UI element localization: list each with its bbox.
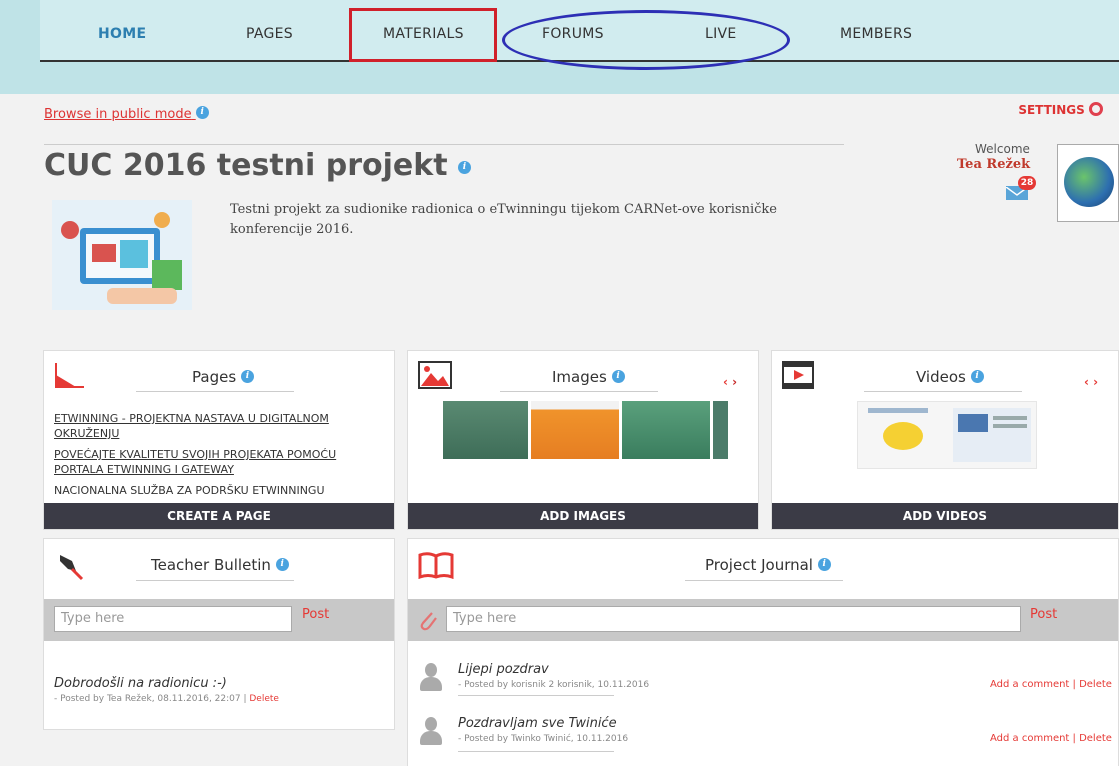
project-description: Testni projekt za sudionike radionica o …: [230, 202, 777, 237]
journal-entry-actions[interactable]: Add a comment | Delete: [990, 679, 1112, 690]
pages-panel: Pages i ETWINNING - PROJEKTNA NASTAVA U …: [43, 350, 395, 530]
bulletin-title: Teacher Bulletin i: [151, 556, 289, 574]
video-icon: [782, 361, 814, 389]
title-underline: [136, 391, 294, 392]
journal-title: Project Journal i: [705, 556, 831, 574]
journal-entry-text: Lijepi pozdrav: [458, 662, 549, 677]
videos-title: Videos i: [916, 368, 984, 386]
project-title-text: CUC 2016 testni projekt: [44, 148, 448, 183]
journal-entry-actions[interactable]: Add a comment | Delete: [990, 733, 1112, 744]
bulletin-entry-text: Dobrodošli na radionicu :-): [54, 676, 227, 691]
chevron-right-icon[interactable]: ›: [732, 375, 737, 389]
images-title-text: Images: [552, 368, 607, 386]
title-divider: [44, 144, 844, 145]
book-icon: [418, 552, 454, 579]
image-thumbnail[interactable]: [713, 401, 728, 459]
journal-entry-meta: - Posted by Twinko Twinić, 10.11.2016: [458, 734, 629, 744]
project-journal-panel: Project Journal i Type here Post Lijepi …: [407, 538, 1119, 766]
globe-icon: [1064, 157, 1114, 207]
user-name-link[interactable]: Tea Režek: [957, 157, 1030, 172]
page-link[interactable]: POVEĆAJTE KVALITETU SVOJIH PROJEKATA POM…: [54, 447, 374, 477]
project-title: CUC 2016 testni projekt i: [44, 148, 472, 183]
videos-panel: Videos i ‹ › ADD VIDEOS: [771, 350, 1119, 530]
add-images-button[interactable]: ADD IMAGES: [408, 503, 758, 529]
pages-title: Pages i: [192, 368, 254, 386]
top-navigation-bar: HOME PAGES MATERIALS FORUMS LIVE MEMBERS: [0, 0, 1119, 94]
title-underline: [136, 580, 294, 581]
info-icon[interactable]: i: [970, 370, 984, 383]
gear-icon[interactable]: [1089, 102, 1103, 116]
nav-members[interactable]: MEMBERS: [840, 26, 912, 42]
paperclip-icon[interactable]: [418, 609, 438, 631]
bulletin-entry-meta: - Posted by Tea Režek, 08.11.2016, 22:07…: [54, 694, 279, 704]
pages-title-text: Pages: [192, 368, 237, 386]
browse-public-link[interactable]: Browse in public mode i: [44, 106, 209, 122]
nav-pages[interactable]: PAGES: [246, 26, 293, 42]
settings-label[interactable]: SETTINGS: [1018, 103, 1085, 117]
info-icon[interactable]: i: [611, 370, 625, 383]
carousel-arrows[interactable]: ‹ ›: [723, 375, 737, 389]
bulletin-title-text: Teacher Bulletin: [151, 556, 271, 574]
title-underline: [500, 391, 658, 392]
create-page-button[interactable]: CREATE A PAGE: [44, 503, 394, 529]
image-thumbnail[interactable]: [531, 401, 619, 459]
videos-title-text: Videos: [916, 368, 966, 386]
image-thumbnail[interactable]: [622, 401, 710, 459]
journal-entry-meta: - Posted by korisnik 2 korisnik, 10.11.2…: [458, 680, 650, 690]
info-icon[interactable]: i: [458, 161, 472, 174]
chevron-left-icon[interactable]: ‹: [1084, 375, 1089, 389]
journal-input-bar: Type here Post: [408, 599, 1118, 641]
journal-post-button[interactable]: Post: [1030, 607, 1057, 622]
browse-public-label[interactable]: Browse in public mode: [44, 107, 192, 122]
annotation-red-rectangle: [349, 8, 497, 62]
info-icon[interactable]: i: [817, 558, 831, 571]
annotation-blue-oval: [502, 10, 790, 70]
bulletin-input[interactable]: Type here: [54, 606, 292, 632]
image-thumbnail[interactable]: [443, 401, 528, 459]
entry-divider: [458, 695, 614, 696]
entry-divider: [458, 751, 614, 752]
info-icon[interactable]: i: [275, 558, 289, 571]
project-image: [52, 200, 192, 310]
image-icon: [418, 361, 452, 389]
video-thumbnail[interactable]: [857, 401, 1037, 469]
images-title: Images i: [552, 368, 625, 386]
teacher-bulletin-panel: Teacher Bulletin i Type here Post Dobrod…: [43, 538, 395, 730]
message-count-badge[interactable]: 28: [1018, 176, 1036, 190]
journal-input[interactable]: Type here: [446, 606, 1021, 632]
add-videos-button[interactable]: ADD VIDEOS: [772, 503, 1118, 529]
journal-title-text: Project Journal: [705, 556, 813, 574]
project-logo: [1057, 144, 1119, 222]
info-icon[interactable]: i: [240, 370, 254, 383]
pin-icon: [60, 555, 84, 581]
title-underline: [685, 580, 843, 581]
nav-home[interactable]: HOME: [98, 26, 146, 42]
journal-entry-text: Pozdravljam sve Twiniće: [458, 716, 617, 731]
settings-button[interactable]: SETTINGS: [1018, 102, 1103, 117]
info-icon[interactable]: i: [195, 106, 209, 119]
image-thumbnails: [443, 401, 728, 459]
bulletin-input-bar: Type here Post: [44, 599, 394, 641]
bulletin-post-button[interactable]: Post: [302, 607, 329, 622]
page-link[interactable]: NACIONALNA SLUŽBA ZA PODRŠKU ETWINNINGU: [54, 483, 374, 494]
title-underline: [864, 391, 1022, 392]
carousel-arrows[interactable]: ‹ ›: [1084, 375, 1098, 389]
avatar: [418, 663, 444, 693]
welcome-label: Welcome: [975, 142, 1030, 156]
chevron-right-icon[interactable]: ›: [1093, 375, 1098, 389]
bulletin-entry-meta-text: - Posted by Tea Režek, 08.11.2016, 22:07…: [54, 694, 247, 704]
page-link[interactable]: ETWINNING - PROJEKTNA NASTAVA U DIGITALN…: [54, 411, 374, 441]
images-panel: Images i ‹ › ADD IMAGES: [407, 350, 759, 530]
chevron-left-icon[interactable]: ‹: [723, 375, 728, 389]
delete-link[interactable]: Delete: [249, 694, 279, 704]
avatar: [418, 717, 444, 747]
page-icon: [55, 363, 84, 388]
